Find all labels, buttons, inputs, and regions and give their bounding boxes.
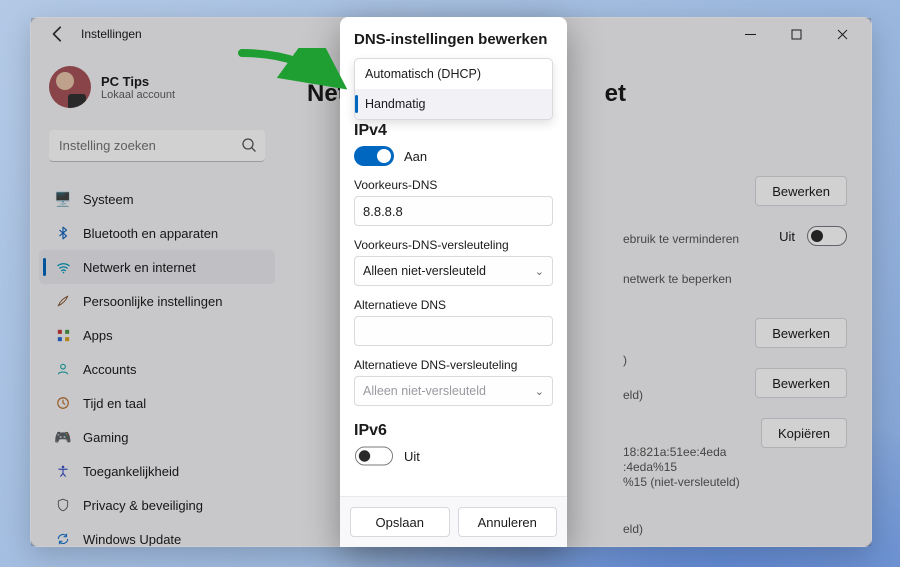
cancel-button[interactable]: Annuleren [458,507,558,537]
dialog-title: DNS-instellingen bewerken [354,31,553,48]
dropdown-item-manual[interactable]: Handmatig [355,89,552,119]
pref-dns-input[interactable] [354,196,553,226]
pref-enc-label: Voorkeurs-DNS-versleuteling [354,238,553,252]
ipv4-heading: IPv4 [354,122,553,140]
alt-enc-value: Alleen niet-versleuteld [363,384,486,398]
pref-dns-label: Voorkeurs-DNS [354,178,553,192]
ipv4-toggle[interactable] [354,146,394,166]
ipv4-toggle-label: Aan [404,149,427,164]
chevron-down-icon: ⌄ [535,385,544,398]
dns-mode-dropdown[interactable]: Automatisch (DHCP) Handmatig [354,58,553,120]
dialog-footer: Opslaan Annuleren [340,496,567,547]
ipv6-toggle[interactable] [355,447,393,466]
alt-enc-select[interactable]: Alleen niet-versleuteld ⌄ [354,376,553,406]
dropdown-item-auto[interactable]: Automatisch (DHCP) [355,59,552,89]
alt-dns-input[interactable] [354,316,553,346]
alt-dns-label: Alternatieve DNS [354,298,553,312]
chevron-down-icon: ⌄ [535,265,544,278]
save-button[interactable]: Opslaan [350,507,450,537]
ipv6-heading: IPv6 [354,422,553,440]
pref-enc-value: Alleen niet-versleuteld [363,264,486,278]
pref-enc-select[interactable]: Alleen niet-versleuteld ⌄ [354,256,553,286]
ipv6-toggle-label: Uit [404,449,420,464]
alt-enc-label: Alternatieve DNS-versleuteling [354,358,553,372]
dns-edit-dialog: DNS-instellingen bewerken Automatisch (D… [340,17,567,547]
